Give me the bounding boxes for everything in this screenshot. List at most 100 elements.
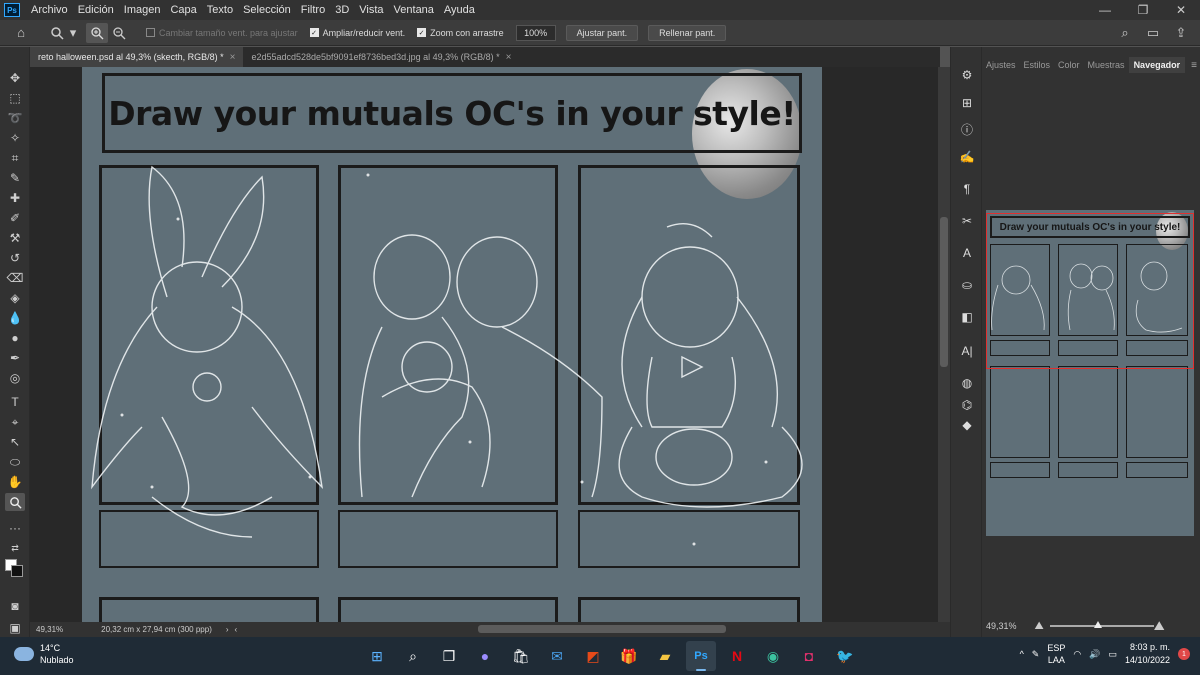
tab-navegador[interactable]: Navegador [1128, 57, 1186, 73]
adjustments-icon[interactable]: ⚙ [956, 65, 978, 85]
workspace-icon[interactable]: ▭ [1142, 23, 1164, 43]
character-icon[interactable]: A [956, 243, 978, 263]
close-icon[interactable]: × [230, 52, 236, 63]
artboard[interactable]: Draw your mutuals OC's in your style! [82, 67, 822, 622]
home-icon[interactable]: ⌂ [10, 23, 32, 43]
dodge-tool-icon[interactable]: ● [5, 329, 25, 347]
menu-texto[interactable]: Texto [202, 0, 238, 20]
eyedropper-tool-icon[interactable]: ✎ [5, 169, 25, 187]
share-icon[interactable]: ⇪ [1170, 23, 1192, 43]
navigator-view-frame[interactable] [986, 213, 1194, 369]
layers-icon[interactable]: ◆ [956, 415, 978, 435]
3d-icon[interactable]: ◧ [956, 307, 978, 327]
zoom-out-small-icon[interactable]: ⛰ [1035, 620, 1044, 633]
instagram-icon[interactable]: ◘ [794, 641, 824, 671]
panel-menu-icon[interactable]: ≡ [1191, 60, 1197, 71]
sponge-tool-icon[interactable]: ◎ [5, 369, 25, 387]
ellipse-tool-icon[interactable]: ⬭ [5, 453, 25, 471]
office-icon[interactable]: ◩ [578, 641, 608, 671]
battery-icon[interactable]: ▭ [1108, 649, 1117, 660]
minimize-button[interactable]: — [1086, 0, 1124, 20]
crop-tool-icon[interactable]: ⌗ [5, 149, 25, 167]
status-zoom[interactable]: 49,31% [36, 625, 63, 634]
zoom-tool-preset-icon[interactable] [46, 23, 68, 43]
zoom-out-icon[interactable] [108, 23, 130, 43]
tab-estilos[interactable]: Estilos [1020, 60, 1055, 70]
magic-wand-tool-icon[interactable]: ✧ [5, 129, 25, 147]
info-icon[interactable]: ⓘ [956, 119, 978, 139]
pen-menu-icon[interactable]: ✎ [1032, 649, 1040, 660]
zoom-in-icon[interactable] [86, 22, 108, 43]
edge-icon[interactable]: ◉ [758, 641, 788, 671]
clone-source-icon[interactable]: ⛀ [956, 275, 978, 295]
direct-selection-tool-icon[interactable]: ↖ [5, 433, 25, 451]
scrubby-zoom-checkbox[interactable]: ✓ Zoom con arrastre [417, 28, 504, 38]
tool-presets-icon[interactable]: ✂ [956, 211, 978, 231]
search-icon[interactable]: ⌕ [398, 641, 428, 671]
file-explorer-icon[interactable]: ▰ [650, 641, 680, 671]
paragraph-icon[interactable]: ¶ [956, 179, 978, 199]
eraser-tool-icon[interactable]: ⌫ [5, 269, 25, 287]
restore-button[interactable]: ❐ [1124, 0, 1162, 20]
background-color-swatch[interactable] [11, 565, 23, 577]
chevron-right-icon[interactable]: › [226, 625, 229, 634]
lasso-tool-icon[interactable]: ➰ [5, 109, 25, 127]
mail-icon[interactable]: ✉ [542, 641, 572, 671]
wifi-icon[interactable]: ◠ [1073, 649, 1081, 660]
menu-edicion[interactable]: Edición [73, 0, 119, 20]
zoom-tool-icon[interactable] [5, 493, 25, 511]
fit-screen-button[interactable]: Ajustar pant. [565, 24, 639, 41]
vertical-scroll-thumb[interactable] [940, 217, 948, 367]
hand-tool-icon[interactable]: ✋ [5, 473, 25, 491]
fill-screen-button[interactable]: Rellenar pant. [648, 24, 727, 41]
notification-badge[interactable]: 1 [1178, 648, 1190, 660]
slider-knob[interactable] [1094, 621, 1102, 628]
brush-tool-icon[interactable]: ✐ [5, 209, 25, 227]
zoom-in-large-icon[interactable]: ⛰ [1154, 618, 1165, 634]
vertical-scrollbar[interactable] [938, 67, 950, 622]
task-view-icon[interactable]: ❐ [434, 641, 464, 671]
menu-capa[interactable]: Capa [165, 0, 201, 20]
microsoft-store-icon[interactable]: 🛍 [506, 641, 536, 671]
screen-mode-icon[interactable]: ▣ [5, 619, 25, 637]
menu-3d[interactable]: 3D [330, 0, 354, 20]
path-selection-tool-icon[interactable]: ⌖ [5, 413, 25, 431]
navigator-zoom[interactable]: 49,31% [986, 621, 1017, 631]
clock[interactable]: 8:03 p. m. 14/10/2022 [1125, 641, 1170, 667]
scroll-left-icon[interactable]: ‹ [235, 625, 238, 634]
menu-filtro[interactable]: Filtro [296, 0, 330, 20]
windows-start-icon[interactable]: ⊞ [362, 641, 392, 671]
navigator-zoom-slider[interactable] [1050, 621, 1154, 628]
healing-brush-tool-icon[interactable]: ✚ [5, 189, 25, 207]
menu-seleccion[interactable]: Selección [238, 0, 296, 20]
tab-ajustes[interactable]: Ajustes [982, 60, 1020, 70]
photoshop-taskbar-icon[interactable]: Ps [686, 641, 716, 671]
brush-settings-icon[interactable]: ✍ [956, 147, 978, 167]
tab-muestras[interactable]: Muestras [1084, 60, 1129, 70]
netflix-icon[interactable]: N [722, 641, 752, 671]
zoom-100-button[interactable]: 100% [515, 24, 556, 41]
close-icon[interactable]: × [506, 52, 512, 63]
teams-chat-icon[interactable]: ● [470, 641, 500, 671]
glyphs-icon[interactable]: A| [956, 341, 978, 361]
gift-app-icon[interactable]: 🎁 [614, 641, 644, 671]
volume-icon[interactable]: 🔊 [1089, 649, 1100, 660]
clone-stamp-tool-icon[interactable]: ⚒ [5, 229, 25, 247]
menu-vista[interactable]: Vista [354, 0, 388, 20]
horizontal-scroll-thumb[interactable] [478, 625, 726, 633]
tab-document-1[interactable]: reto halloween.psd al 49,3% (skecth, RGB… [30, 47, 244, 67]
menu-ayuda[interactable]: Ayuda [439, 0, 480, 20]
pen-tool-icon[interactable]: ✒ [5, 349, 25, 367]
menu-archivo[interactable]: Archivo [26, 0, 73, 20]
twitter-icon[interactable]: 🐦 [830, 641, 860, 671]
marquee-tool-icon[interactable]: ⬚ [5, 89, 25, 107]
language-indicator[interactable]: ESP LAA [1047, 642, 1065, 666]
move-tool-icon[interactable]: ✥ [5, 69, 25, 87]
paths-icon[interactable]: ⌬ [956, 395, 978, 415]
type-tool-icon[interactable]: T [5, 393, 25, 411]
history-brush-tool-icon[interactable]: ↺ [5, 249, 25, 267]
properties-icon[interactable]: ⊞ [956, 93, 978, 113]
paint-bucket-tool-icon[interactable]: ◈ [5, 289, 25, 307]
weather-widget[interactable]: 14°C Nublado [14, 642, 74, 666]
channels-icon[interactable]: ◍ [956, 373, 978, 393]
